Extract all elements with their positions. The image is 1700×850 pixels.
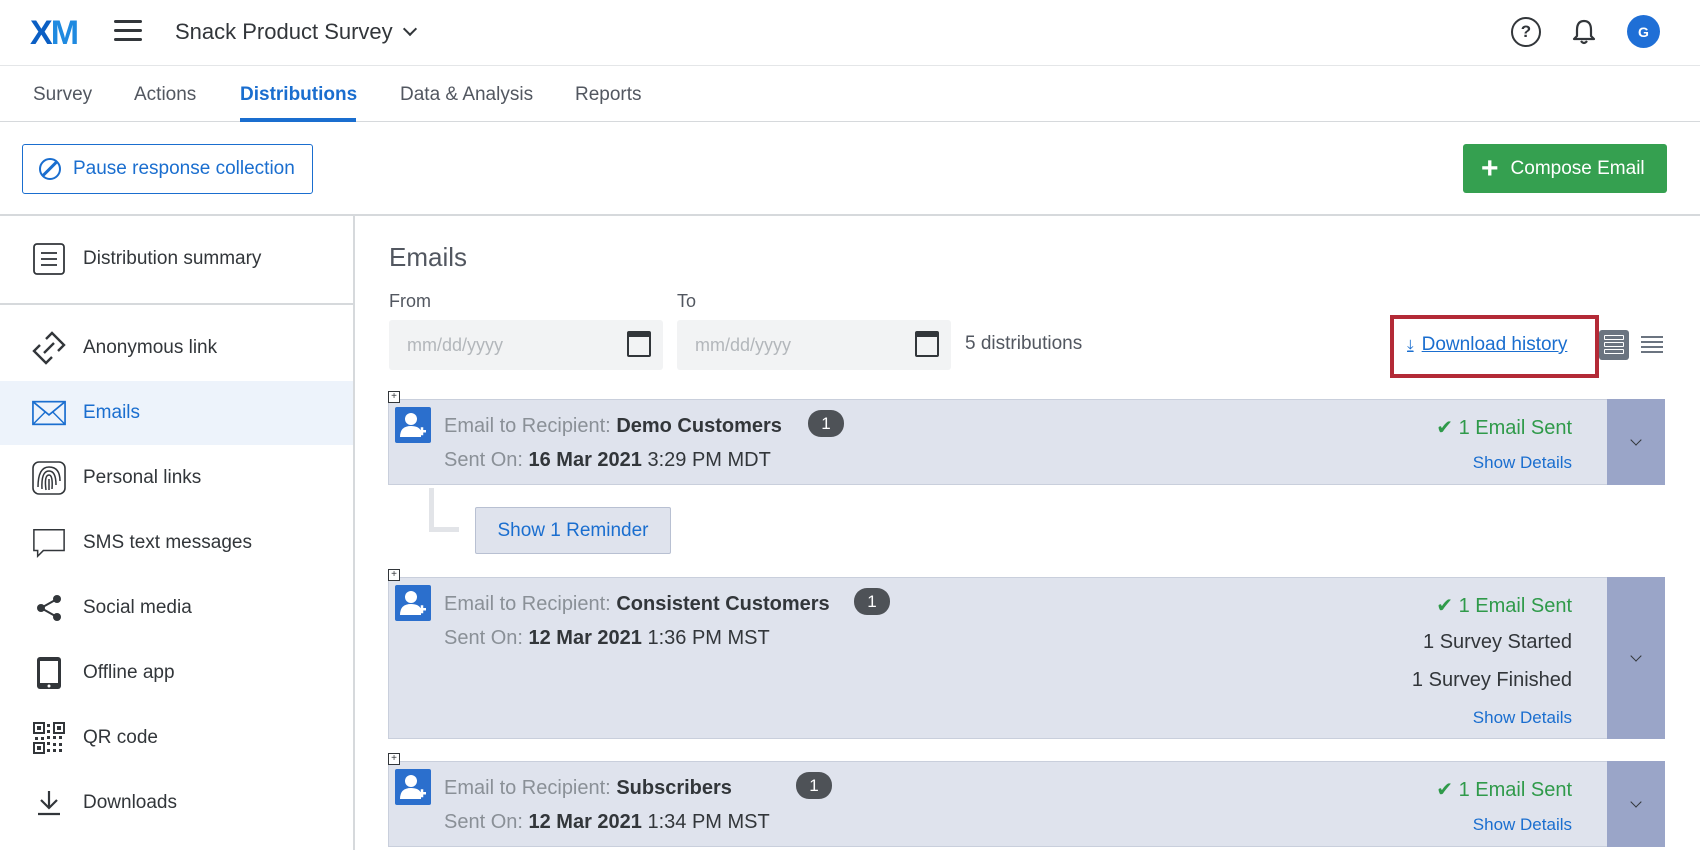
sidebar-item-distribution-summary[interactable]: Distribution summary <box>0 227 353 291</box>
hamburger-menu-icon[interactable] <box>114 20 142 44</box>
sent-time: 1:36 PM MST <box>647 627 770 649</box>
qr-code-icon <box>32 721 66 755</box>
plus-icon: + <box>1481 151 1499 185</box>
download-arrow-icon: ⤓ <box>1407 336 1414 354</box>
survey-title: Snack Product Survey <box>175 19 393 44</box>
email-sent-status: ✔ 1 Email Sent <box>1436 595 1572 617</box>
user-avatar[interactable]: G <box>1627 15 1660 48</box>
sidebar-divider <box>0 303 353 305</box>
email-sent-status: ✔ 1 Email Sent <box>1436 417 1572 439</box>
distribution-count: 5 distributions <box>965 333 1083 354</box>
sent-prefix: Sent On: <box>444 627 523 649</box>
show-details-link[interactable]: Show Details <box>1473 453 1572 473</box>
from-label: From <box>389 291 431 311</box>
expand-icon[interactable]: + <box>388 391 400 403</box>
tab-survey[interactable]: Survey <box>33 84 92 106</box>
survey-finished-stat: 1 Survey Finished <box>1411 669 1572 691</box>
sidebar-item-emails[interactable]: Emails <box>0 381 353 445</box>
chat-bubble-icon <box>32 526 66 560</box>
sidebar-item-downloads[interactable]: Downloads <box>0 771 353 835</box>
sent-date: 16 Mar 2021 <box>528 449 642 471</box>
tablet-icon <box>32 656 66 690</box>
sent-time: 1:34 PM MST <box>647 811 770 833</box>
page-title: Emails <box>389 242 468 272</box>
reminder-connector <box>429 488 459 532</box>
survey-started-stat: 1 Survey Started <box>1423 631 1572 653</box>
sent-date: 12 Mar 2021 <box>528 627 642 649</box>
action-row: Pause response collection + Compose Emai… <box>0 122 1700 216</box>
tab-data-analysis[interactable]: Data & Analysis <box>400 84 533 106</box>
share-icon <box>32 591 66 625</box>
sent-prefix: Sent On: <box>444 449 523 471</box>
sidebar-item-social-media[interactable]: Social media <box>0 576 353 640</box>
expand-chevron-button[interactable] <box>1607 399 1665 485</box>
distribution-card: + Email to Recipient: Consistent Custome… <box>388 569 1665 739</box>
card-view-icon[interactable] <box>1599 330 1629 360</box>
add-user-icon <box>395 585 431 621</box>
sent-date: 12 Mar 2021 <box>528 811 642 833</box>
show-reminder-button[interactable]: Show 1 Reminder <box>475 507 671 554</box>
distribution-card: + Email to Recipient: Subscribers 1 Sent… <box>388 753 1665 847</box>
recipient-name: Consistent Customers <box>616 593 830 615</box>
link-icon <box>32 331 66 365</box>
download-history-link[interactable]: ⤓ Download history <box>1407 334 1567 356</box>
expand-icon[interactable]: + <box>388 753 400 765</box>
add-user-icon <box>395 769 431 805</box>
top-bar: XM Snack Product Survey ? G <box>0 0 1700 66</box>
chevron-down-icon <box>1630 434 1642 446</box>
expand-chevron-button[interactable] <box>1607 577 1665 739</box>
bell-icon[interactable] <box>1569 17 1599 47</box>
survey-tabs: Survey Actions Distributions Data & Anal… <box>0 66 1700 122</box>
recipient-count-badge: 1 <box>854 588 890 615</box>
recipient-count-badge: 1 <box>796 772 832 799</box>
sidebar-item-offline-app[interactable]: Offline app <box>0 641 353 705</box>
help-icon[interactable]: ? <box>1511 16 1541 47</box>
from-date-input[interactable]: mm/dd/yyyy <box>389 320 663 370</box>
chevron-down-icon <box>1630 796 1642 808</box>
to-date-input[interactable]: mm/dd/yyyy <box>677 320 951 370</box>
calendar-icon[interactable] <box>627 331 651 357</box>
distribution-card: + Email to Recipient: Demo Customers 1 S… <box>388 391 1665 485</box>
tab-reports[interactable]: Reports <box>575 84 642 106</box>
sidebar-item-anonymous-link[interactable]: Anonymous link <box>0 316 353 380</box>
recipient-count-badge: 1 <box>808 410 844 437</box>
email-prefix: Email to Recipient: <box>444 415 611 437</box>
expand-chevron-button[interactable] <box>1607 761 1665 847</box>
expand-icon[interactable]: + <box>388 569 400 581</box>
show-details-link[interactable]: Show Details <box>1473 708 1572 728</box>
emails-panel: Emails From To mm/dd/yyyy mm/dd/yyyy 5 d… <box>357 216 1700 850</box>
compose-email-button[interactable]: + Compose Email <box>1463 144 1667 193</box>
pause-response-button[interactable]: Pause response collection <box>22 144 313 194</box>
tab-actions[interactable]: Actions <box>134 84 196 106</box>
email-prefix: Email to Recipient: <box>444 593 611 615</box>
show-details-link[interactable]: Show Details <box>1473 815 1572 835</box>
tab-distributions[interactable]: Distributions <box>240 84 357 106</box>
envelope-icon <box>32 396 66 430</box>
add-user-icon <box>395 407 431 443</box>
list-view-icon[interactable] <box>1641 336 1663 354</box>
email-sent-status: ✔ 1 Email Sent <box>1436 779 1572 801</box>
xm-logo[interactable]: XM <box>30 14 79 53</box>
sidebar-item-personal-links[interactable]: Personal links <box>0 446 353 510</box>
recipient-name: Demo Customers <box>616 415 782 437</box>
sent-prefix: Sent On: <box>444 811 523 833</box>
to-label: To <box>677 291 697 311</box>
sidebar-item-qr-code[interactable]: QR code <box>0 706 353 770</box>
calendar-icon[interactable] <box>915 331 939 357</box>
chevron-down-icon <box>1630 650 1642 662</box>
sidebar-item-sms[interactable]: SMS text messages <box>0 511 353 575</box>
survey-selector[interactable]: Snack Product Survey <box>175 19 417 45</box>
recipient-name: Subscribers <box>616 777 732 799</box>
distribution-sidebar: Distribution summary Anonymous link Emai… <box>0 216 355 850</box>
sent-time: 3:29 PM MDT <box>647 449 771 471</box>
email-prefix: Email to Recipient: <box>444 777 611 799</box>
list-document-icon <box>32 242 66 276</box>
fingerprint-icon <box>32 461 66 495</box>
chevron-down-icon <box>402 21 417 37</box>
download-icon <box>32 786 66 820</box>
ban-icon <box>39 158 61 180</box>
